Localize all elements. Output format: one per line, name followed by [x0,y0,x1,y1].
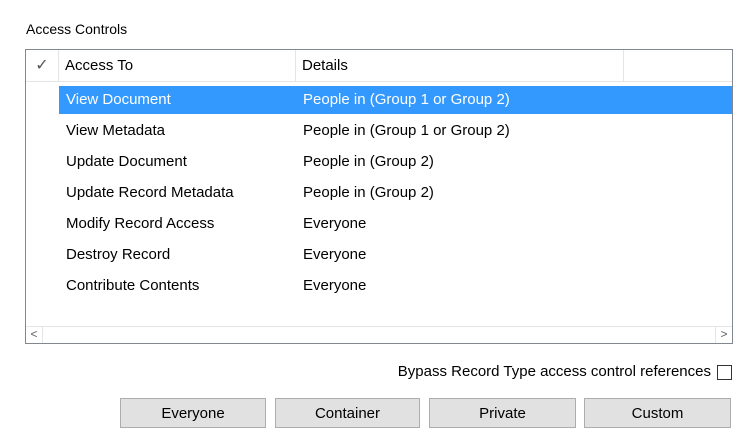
details-cell: Everyone [303,246,367,263]
horizontal-scrollbar[interactable]: < > [26,326,732,343]
access-to-cell: View Document [66,91,171,108]
container-button[interactable]: Container [275,398,420,428]
everyone-button[interactable]: Everyone [120,398,266,428]
details-cell: Everyone [303,215,367,232]
access-to-cell: Update Record Metadata [66,184,234,201]
details-cell: People in (Group 1 or Group 2) [303,122,510,139]
details-column-header[interactable]: Details [296,50,624,81]
access-to-cell: Destroy Record [66,246,171,263]
list-rows: View Document People in (Group 1 or Grou… [26,86,732,303]
details-cell: Everyone [303,277,367,294]
access-to-cell: View Metadata [66,122,165,139]
table-row[interactable]: Update Document People in (Group 2) [26,148,732,179]
bypass-option: Bypass Record Type access control refere… [398,362,732,382]
check-column-header[interactable]: ✓ [26,50,59,81]
custom-button[interactable]: Custom [584,398,731,428]
chevron-left-icon: < [30,327,38,341]
details-cell: People in (Group 2) [303,153,434,170]
access-controls-list[interactable]: ✓ Access To Details View Document People… [25,49,733,344]
list-header: ✓ Access To Details [26,50,732,82]
chevron-right-icon: > [720,327,728,341]
bypass-checkbox[interactable] [717,364,732,380]
table-row[interactable]: View Document People in (Group 1 or Grou… [26,86,732,117]
access-to-cell: Update Document [66,153,187,170]
scroll-right-button[interactable]: > [715,327,732,343]
details-cell: People in (Group 1 or Group 2) [303,91,510,108]
details-cell: People in (Group 2) [303,184,434,201]
table-row[interactable]: Contribute Contents Everyone [26,272,732,303]
access-to-column-header[interactable]: Access To [59,50,296,81]
table-row[interactable]: Modify Record Access Everyone [26,210,732,241]
table-row[interactable]: Update Record Metadata People in (Group … [26,179,732,210]
access-controls-label: Access Controls [26,21,128,37]
table-row[interactable]: Destroy Record Everyone [26,241,732,272]
access-to-cell: Contribute Contents [66,277,200,294]
scroll-left-button[interactable]: < [26,327,43,343]
private-button[interactable]: Private [429,398,576,428]
table-row[interactable]: View Metadata People in (Group 1 or Grou… [26,117,732,148]
access-to-cell: Modify Record Access [66,215,215,232]
bypass-label: Bypass Record Type access control refere… [397,363,711,380]
empty-column-header [624,50,732,81]
